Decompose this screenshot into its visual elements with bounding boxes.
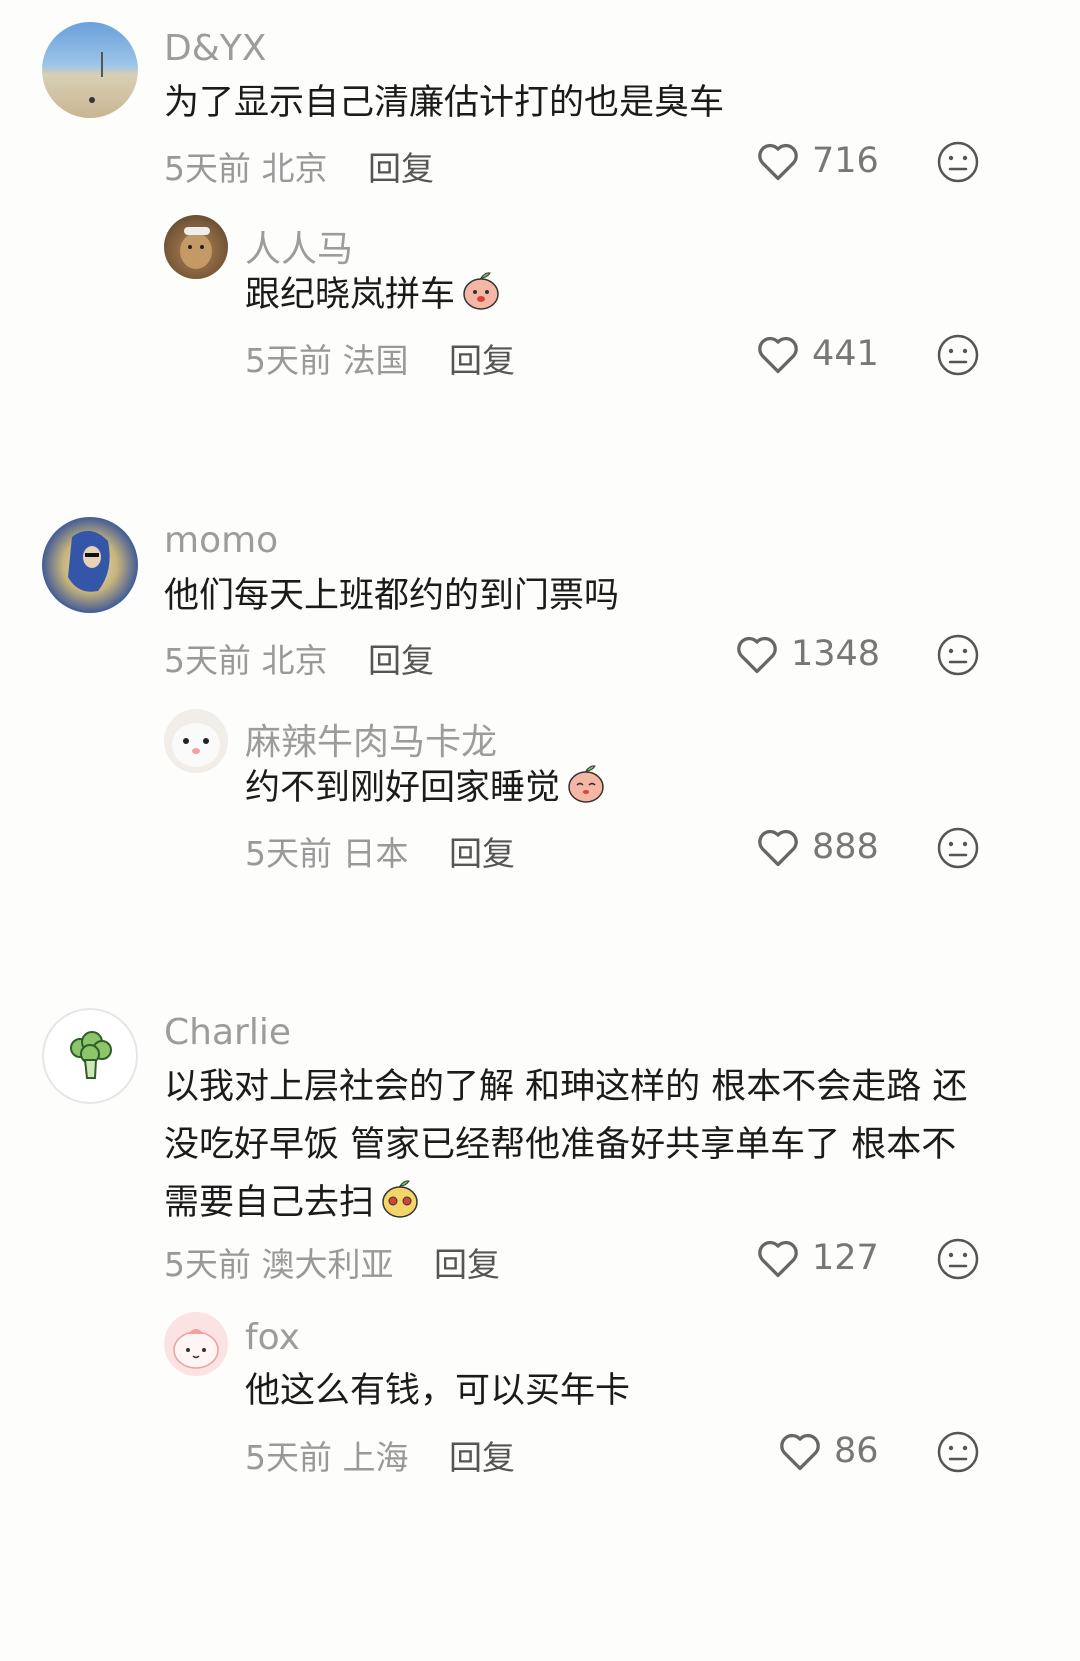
reply-button[interactable]: 回复	[449, 341, 515, 380]
reply-username[interactable]: fox	[245, 1317, 300, 1358]
avatar[interactable]	[42, 22, 138, 118]
avatar[interactable]	[42, 1008, 138, 1104]
like-count: 716	[812, 141, 879, 181]
like-button[interactable]: 1348	[735, 633, 880, 675]
reply-time: 5天前	[245, 1438, 332, 1477]
reply-avatar[interactable]	[164, 1312, 228, 1376]
reply-text: 他这么有钱，可以买年卡	[245, 1371, 631, 1411]
like-button[interactable]: 441	[756, 333, 879, 375]
peach-emoji-icon	[463, 272, 499, 310]
like-count: 888	[812, 827, 879, 867]
comment-location: 北京	[261, 641, 328, 680]
like-button[interactable]: 888	[756, 826, 879, 868]
like-count: 86	[834, 1431, 879, 1471]
neutral-face-icon[interactable]	[936, 1430, 980, 1474]
reply-username[interactable]: 人人马	[245, 220, 353, 272]
reply-button[interactable]: 回复	[368, 149, 434, 188]
neutral-face-icon[interactable]	[936, 140, 980, 184]
peach-emoji-icon	[382, 1180, 418, 1218]
heart-outline-icon	[758, 1240, 798, 1278]
heart-outline-icon	[780, 1433, 820, 1471]
reply-location: 日本	[342, 834, 409, 873]
neutral-face-icon[interactable]	[936, 633, 980, 677]
reply-meta: 5天前 上海 回复	[245, 1431, 515, 1479]
peach-emoji-icon	[568, 765, 604, 803]
like-count: 441	[812, 334, 879, 374]
neutral-face-icon[interactable]	[936, 1237, 980, 1281]
reply-meta: 5天前 日本 回复	[245, 827, 515, 875]
comment-location: 北京	[261, 149, 328, 188]
comment-meta: 5天前 澳大利亚 回复	[164, 1238, 500, 1286]
reply-location: 上海	[342, 1438, 409, 1477]
broccoli-icon	[70, 1031, 112, 1079]
reply-time: 5天前	[245, 834, 332, 873]
comment-text: 为了显示自己清廉估计打的也是臭车	[164, 83, 725, 123]
reply-button[interactable]: 回复	[368, 641, 434, 680]
comment-location: 澳大利亚	[261, 1245, 394, 1284]
reply-meta: 5天前 法国 回复	[245, 334, 515, 382]
comment-text: 以我对上层社会的了解 和珅这样的 根本不会走路 还 没吃好早饭 管家已经帮他准备…	[164, 1058, 984, 1232]
like-button[interactable]: 86	[778, 1430, 879, 1472]
comment-time: 5天前	[164, 1245, 251, 1284]
reply-avatar[interactable]	[164, 709, 228, 773]
heart-outline-icon	[758, 336, 798, 374]
comment-text-line: 需要自己去扫	[164, 1183, 375, 1223]
reply-location: 法国	[342, 341, 409, 380]
reply-button[interactable]: 回复	[434, 1245, 500, 1284]
username[interactable]: momo	[164, 520, 278, 561]
reply-avatar[interactable]	[164, 215, 228, 279]
neutral-face-icon[interactable]	[936, 826, 980, 870]
heart-outline-icon	[737, 636, 777, 674]
like-button[interactable]: 127	[756, 1237, 879, 1279]
reply-button[interactable]: 回复	[449, 1438, 515, 1477]
reply-time: 5天前	[245, 341, 332, 380]
avatar[interactable]	[42, 517, 138, 613]
username[interactable]: Charlie	[164, 1012, 291, 1053]
reply-text-content: 跟纪晓岚拼车	[245, 275, 456, 315]
reply-text: 跟纪晓岚拼车	[245, 266, 503, 324]
heart-outline-icon	[758, 829, 798, 867]
comment-meta: 5天前 北京 回复	[164, 142, 434, 190]
like-button[interactable]: 716	[756, 140, 879, 182]
comment-time: 5天前	[164, 641, 251, 680]
comment-text-line-last: 需要自己去扫	[164, 1174, 984, 1232]
like-count: 1348	[791, 634, 881, 674]
like-count: 127	[812, 1238, 879, 1278]
reply-username[interactable]: 麻辣牛肉马卡龙	[245, 713, 497, 765]
reply-button[interactable]: 回复	[449, 834, 515, 873]
comment-meta: 5天前 北京 回复	[164, 634, 434, 682]
comment-time: 5天前	[164, 149, 251, 188]
comment-text: 他们每天上班都约的到门票吗	[164, 576, 620, 616]
comment-text-line: 以我对上层社会的了解 和珅这样的 根本不会走路 还	[164, 1067, 968, 1107]
reply-text: 约不到刚好回家睡觉	[245, 759, 608, 817]
neutral-face-icon[interactable]	[936, 333, 980, 377]
username[interactable]: D&YX	[164, 28, 266, 69]
heart-outline-icon	[758, 143, 798, 181]
comment-text-line: 没吃好早饭 管家已经帮他准备好共享单车了 根本不	[164, 1125, 957, 1165]
reply-text-content: 约不到刚好回家睡觉	[245, 768, 561, 808]
